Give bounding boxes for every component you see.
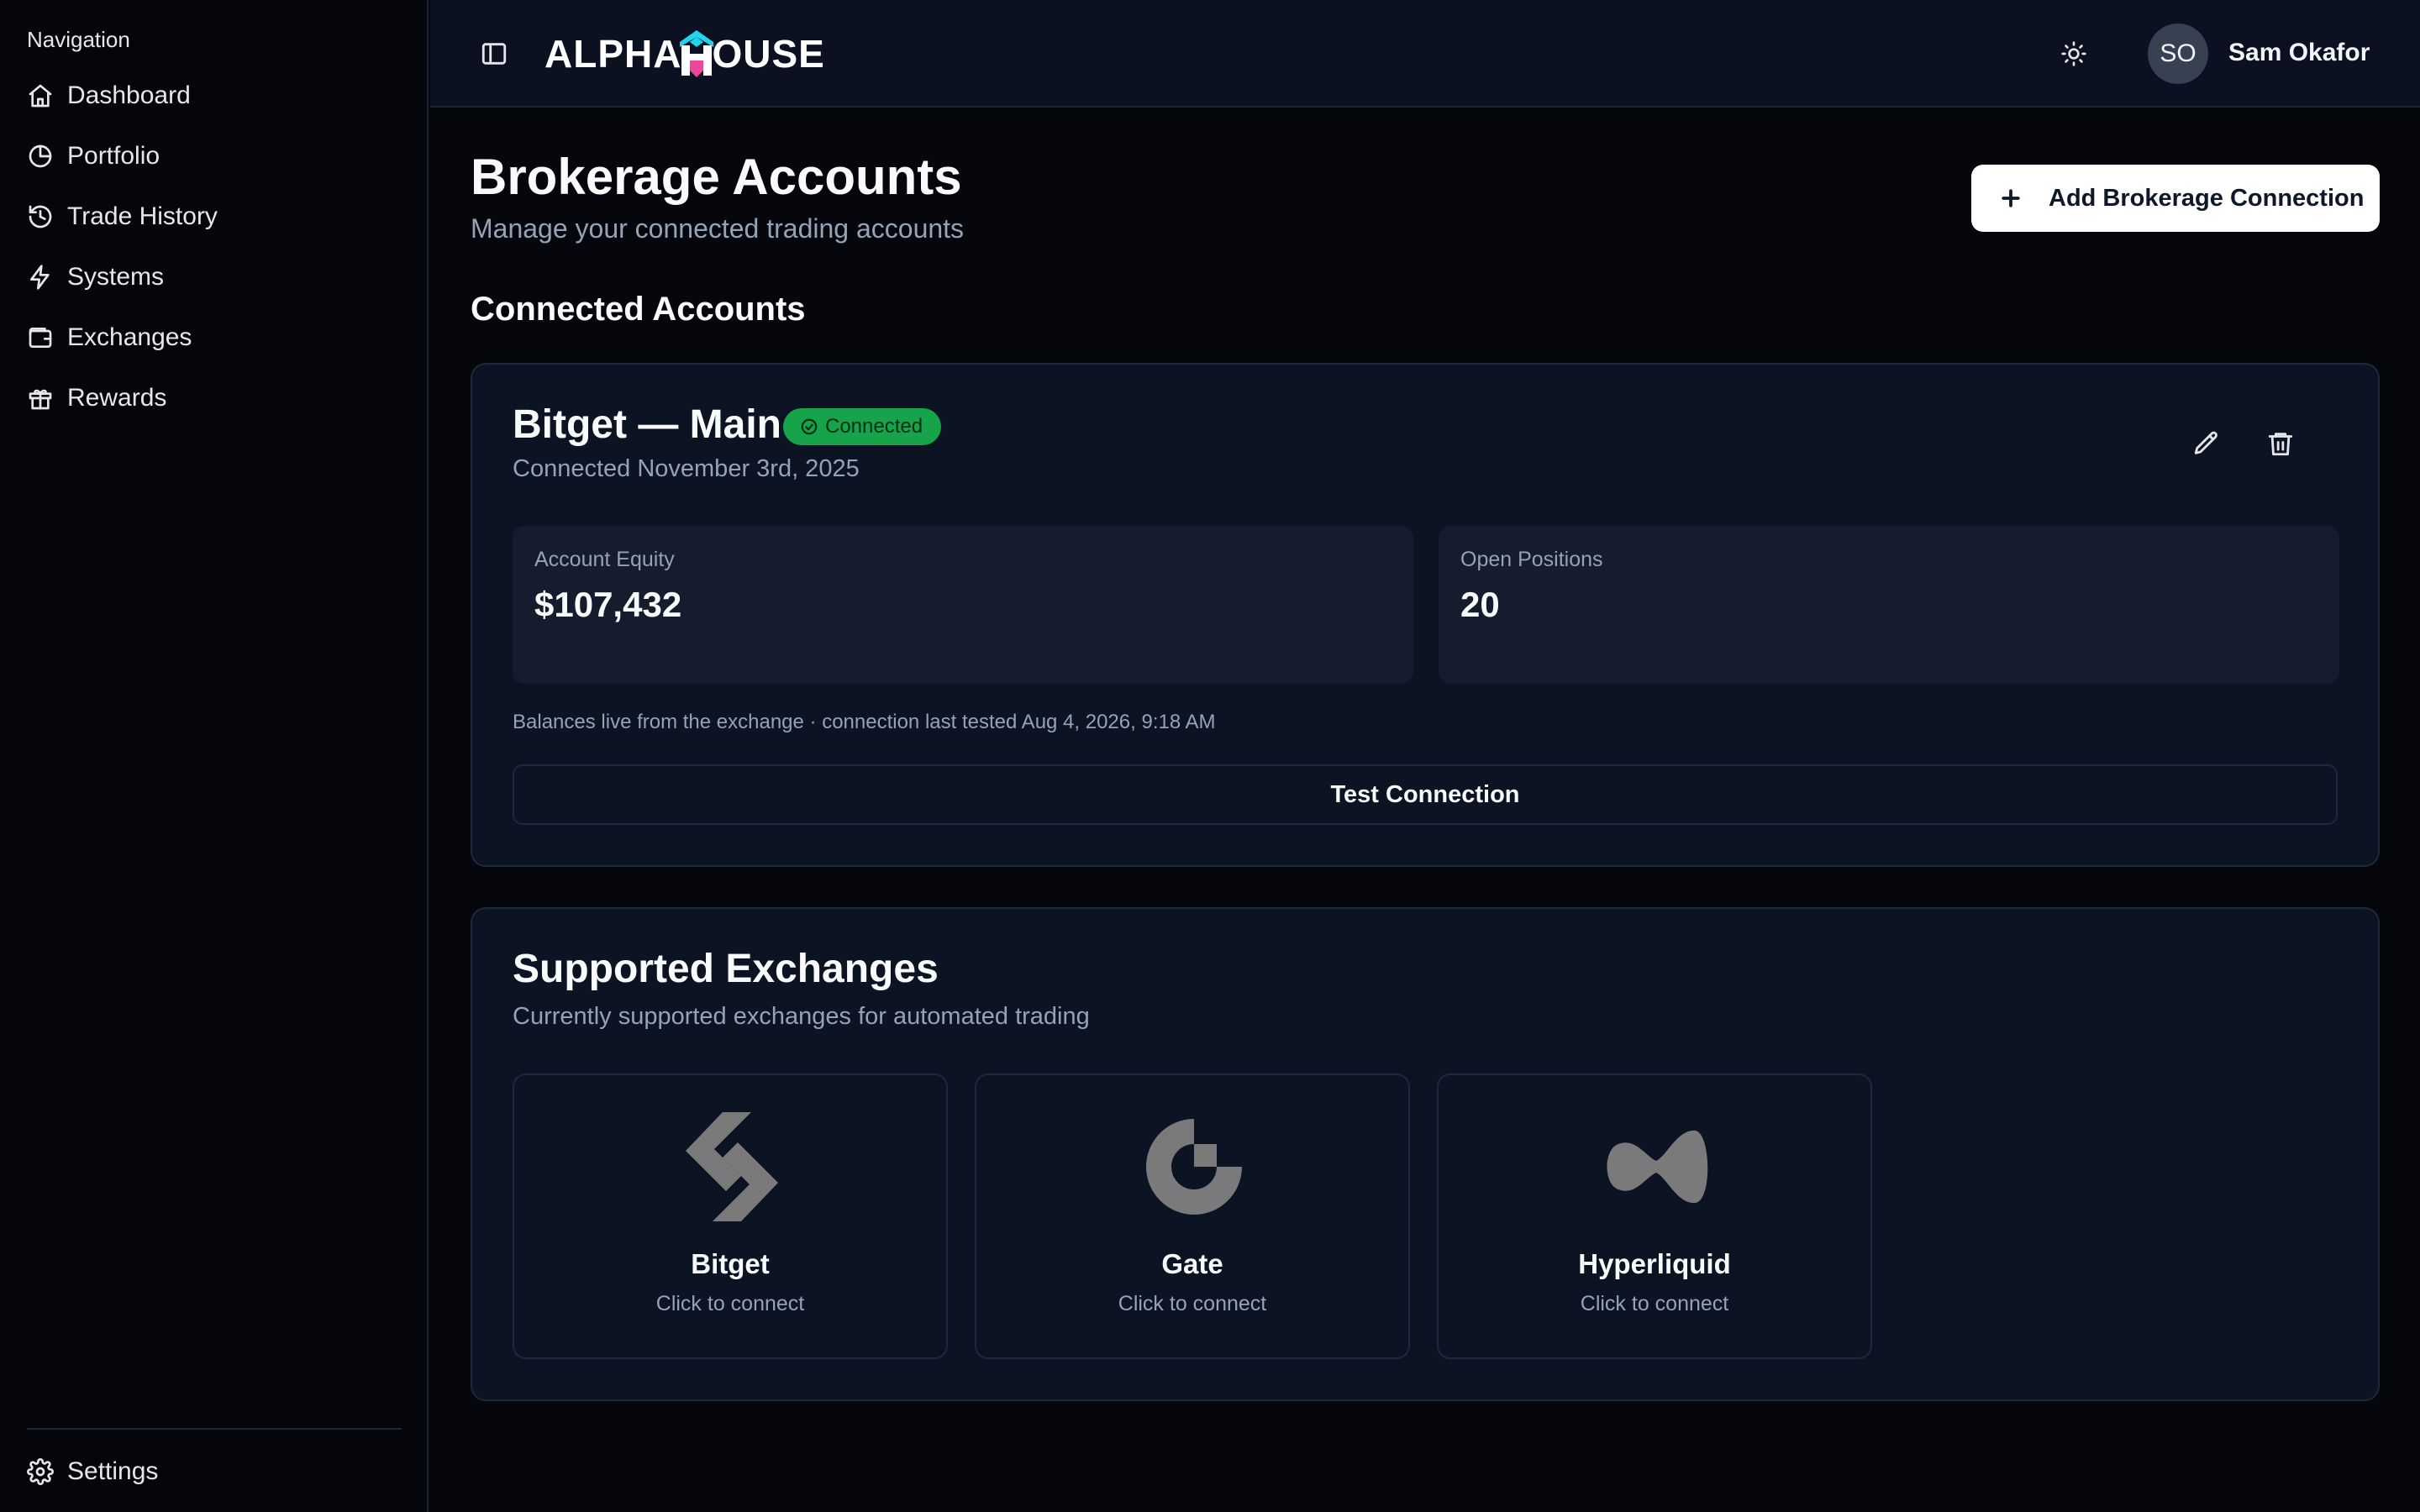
account-name: Bitget — Main xyxy=(513,402,781,447)
gear-icon xyxy=(27,1458,54,1485)
sidebar-item-label: Portfolio xyxy=(67,142,160,170)
pencil-icon xyxy=(2194,431,2217,454)
sun-icon xyxy=(2061,41,2086,66)
exchange-hint: Click to connect xyxy=(655,1292,805,1315)
sidebar-item-label: Rewards xyxy=(67,384,167,412)
exchange-hint: Click to connect xyxy=(1118,1292,1267,1315)
add-button-label: Add Brokerage Connection xyxy=(2049,184,2365,212)
sidebar-toggle-button[interactable] xyxy=(477,37,511,71)
test-connection-button[interactable]: Test Connection xyxy=(513,764,2338,825)
wallet-icon xyxy=(27,324,54,351)
logo-text-right: OUSE xyxy=(712,32,825,76)
supported-exchanges-title: Supported Exchanges xyxy=(513,947,939,991)
account-note: Balances live from the exchange · connec… xyxy=(513,711,1216,733)
sidebar-divider xyxy=(27,1428,402,1430)
page-title: Brokerage Accounts xyxy=(471,149,962,205)
exchange-name: Hyperliquid xyxy=(1578,1248,1731,1279)
sidebar-item-trade-history[interactable]: Trade History xyxy=(27,186,402,247)
exchange-tile-bitget[interactable]: Bitget Click to connect xyxy=(513,1074,948,1359)
connected-accounts-title: Connected Accounts xyxy=(471,291,806,328)
sidebar-item-label: Systems xyxy=(67,263,165,291)
account-equity-label: Account Equity xyxy=(534,548,675,571)
sidebar-item-settings[interactable]: Settings xyxy=(27,1441,402,1502)
bitget-logo-icon xyxy=(686,1112,778,1221)
theme-toggle-button[interactable] xyxy=(2057,37,2091,71)
sidebar-item-label: Trade History xyxy=(67,202,218,230)
app-logo[interactable]: ALPHA OUSE xyxy=(544,27,825,81)
hyperliquid-logo-icon xyxy=(1607,1130,1708,1204)
logo-text-left: ALPHA xyxy=(544,32,682,76)
sidebar-item-systems[interactable]: Systems xyxy=(27,247,402,307)
account-card: Bitget — Main Connected Connected Novemb… xyxy=(471,363,2380,867)
exchange-name: Bitget xyxy=(691,1248,770,1279)
avatar[interactable]: SO xyxy=(2148,24,2208,84)
sidebar: Navigation Dashboard Portfolio Trade His… xyxy=(0,0,429,1512)
trash-icon xyxy=(2268,433,2293,456)
account-equity-stat: Account Equity $107,432 xyxy=(513,526,1413,684)
sidebar-item-dashboard[interactable]: Dashboard xyxy=(27,66,402,126)
exchange-tile-hyperliquid[interactable]: Hyperliquid Click to connect xyxy=(1437,1074,1872,1359)
supported-exchanges-subtitle: Currently supported exchanges for automa… xyxy=(513,1003,1090,1030)
sidebar-toggle-icon xyxy=(481,43,507,65)
gate-logo-icon xyxy=(1146,1119,1242,1215)
add-brokerage-connection-button[interactable]: Add Brokerage Connection xyxy=(1971,165,2380,232)
account-connected-date: Connected November 3rd, 2025 xyxy=(513,455,860,482)
plus-icon xyxy=(1998,186,2023,211)
open-positions-value: 20 xyxy=(1460,585,1500,624)
history-icon xyxy=(27,203,54,230)
gift-icon xyxy=(27,385,54,412)
edit-account-button[interactable] xyxy=(2186,423,2227,464)
sidebar-item-label: Exchanges xyxy=(67,323,192,351)
delete-account-button[interactable] xyxy=(2260,423,2301,464)
page-subtitle: Manage your connected trading accounts xyxy=(471,213,965,244)
sidebar-item-label: Settings xyxy=(67,1457,159,1485)
account-equity-value: $107,432 xyxy=(534,585,682,624)
user-name[interactable]: Sam Okafor xyxy=(2228,39,2370,67)
logo-house-icon xyxy=(680,30,714,77)
exchange-name: Gate xyxy=(1161,1248,1223,1279)
nav-list: Dashboard Portfolio Trade History System… xyxy=(27,66,402,428)
home-icon xyxy=(27,82,54,109)
status-badge: Connected xyxy=(783,408,942,445)
sidebar-item-exchanges[interactable]: Exchanges xyxy=(27,307,402,368)
pie-chart-icon xyxy=(27,143,54,170)
top-header: ALPHA OUSE SO Sam Okafor xyxy=(430,0,2420,108)
exchange-hint: Click to connect xyxy=(1580,1292,1729,1315)
check-circle-icon xyxy=(801,418,818,435)
open-positions-stat: Open Positions 20 xyxy=(1439,526,2339,684)
nav-heading: Navigation xyxy=(27,27,130,52)
lightning-icon xyxy=(27,264,54,291)
status-badge-label: Connected xyxy=(825,415,923,438)
sidebar-item-rewards[interactable]: Rewards xyxy=(27,368,402,428)
supported-exchanges-card: Supported Exchanges Currently supported … xyxy=(471,907,2380,1401)
open-positions-label: Open Positions xyxy=(1460,548,1603,571)
sidebar-item-portfolio[interactable]: Portfolio xyxy=(27,126,402,186)
exchange-tile-gate[interactable]: Gate Click to connect xyxy=(975,1074,1410,1359)
sidebar-item-label: Dashboard xyxy=(67,81,191,109)
